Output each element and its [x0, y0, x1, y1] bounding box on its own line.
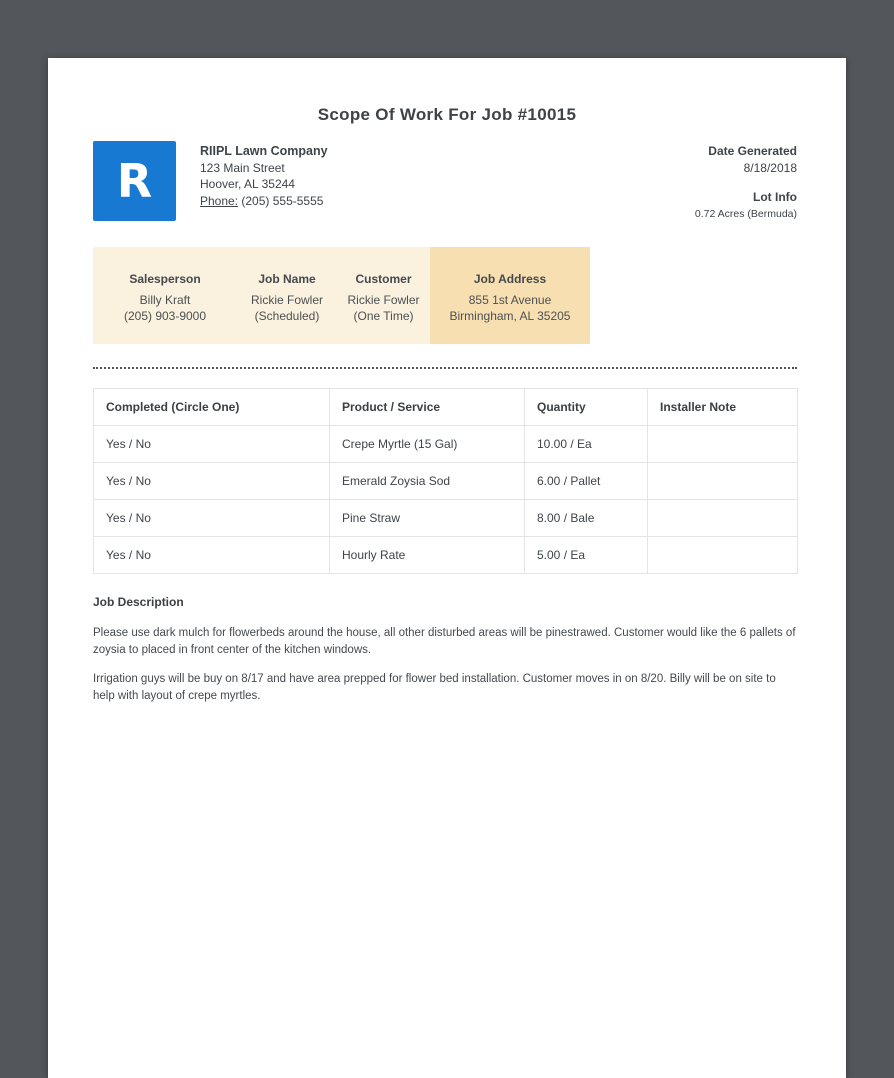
job-description-paragraph-1: Please use dark mulch for flowerbeds aro…	[93, 627, 796, 656]
product-cell: Hourly Rate	[329, 536, 525, 574]
salesperson-name: Billy Kraft	[139, 293, 191, 307]
job-address-line2: Birmingham, AL 35205	[449, 309, 571, 323]
company-phone: Phone: (205) 555-5555	[200, 193, 328, 210]
date-generated-value: 8/18/2018	[743, 160, 797, 175]
job-address-label: Job Address	[473, 272, 547, 286]
document-title: Scope Of Work For Job #10015	[317, 105, 577, 124]
job-info-band: Salesperson Billy Kraft (205) 903-9000 J…	[93, 247, 590, 344]
company-address-line1: 123 Main Street	[200, 160, 285, 175]
customer-label: Customer	[355, 272, 412, 286]
logo-letter-icon: R	[116, 154, 153, 208]
product-cell: Emerald Zoysia Sod	[329, 462, 525, 500]
salesperson-label: Salesperson	[129, 272, 201, 286]
table-row: Yes / No Hourly Rate 5.00 / Ea	[93, 536, 798, 574]
job-description-section: Job Description Please use dark mulch fo…	[93, 595, 798, 717]
customer-name: Rickie Fowler	[347, 293, 420, 307]
document-meta-block: Date Generated 8/18/2018 Lot Info 0.72 A…	[695, 143, 797, 222]
app-background: { "document": { "title": "Scope Of Work …	[0, 0, 894, 1078]
job-name-value: Rickie Fowler	[250, 293, 323, 307]
company-address-line2: Hoover, AL 35244	[200, 177, 295, 191]
table-row: Yes / No Emerald Zoysia Sod 6.00 / Palle…	[93, 462, 798, 500]
phone-label: Phone:	[200, 193, 239, 208]
installer-note-cell	[647, 425, 798, 463]
date-generated-label: Date Generated	[708, 144, 797, 158]
quantity-cell: 8.00 / Bale	[524, 499, 648, 537]
customer-type: (One Time)	[353, 309, 414, 323]
header-quantity: Quantity	[524, 388, 648, 426]
installer-note-cell	[647, 499, 798, 537]
table-row: Yes / No Crepe Myrtle (15 Gal) 10.00 / E…	[93, 425, 798, 463]
scope-of-work-table: Completed (Circle One) Product / Service…	[93, 388, 798, 574]
job-address-column: Job Address 855 1st Avenue Birmingham, A…	[430, 247, 590, 344]
header-completed: Completed (Circle One)	[93, 388, 330, 426]
customer-column: Customer Rickie Fowler (One Time)	[337, 247, 430, 344]
company-info-block: RIIPL Lawn Company 123 Main Street Hoove…	[200, 143, 328, 209]
completed-cell: Yes / No	[93, 499, 330, 537]
completed-cell: Yes / No	[93, 425, 330, 463]
job-name-column: Job Name Rickie Fowler (Scheduled)	[237, 247, 337, 344]
quantity-cell: 6.00 / Pallet	[524, 462, 648, 500]
lot-info-value: 0.72 Acres (Bermuda)	[694, 207, 797, 220]
job-status: (Scheduled)	[254, 309, 320, 323]
document-page: Scope Of Work For Job #10015 R RIIPL Law…	[48, 58, 846, 1078]
dotted-divider	[93, 367, 797, 369]
phone-number: (205) 555-5555	[241, 193, 324, 208]
completed-cell: Yes / No	[93, 536, 330, 574]
salesperson-phone: (205) 903-9000	[123, 309, 207, 323]
job-description-heading: Job Description	[93, 595, 184, 609]
job-address-line1: 855 1st Avenue	[468, 293, 552, 307]
completed-cell: Yes / No	[93, 462, 330, 500]
product-cell: Pine Straw	[329, 499, 525, 537]
header-product-service: Product / Service	[329, 388, 525, 426]
product-cell: Crepe Myrtle (15 Gal)	[329, 425, 525, 463]
table-row: Yes / No Pine Straw 8.00 / Bale	[93, 499, 798, 537]
quantity-cell: 10.00 / Ea	[524, 425, 648, 463]
company-logo: R	[93, 141, 176, 221]
header-installer-note: Installer Note	[647, 388, 798, 426]
quantity-cell: 5.00 / Ea	[524, 536, 648, 574]
installer-note-cell	[647, 536, 798, 574]
table-header-row: Completed (Circle One) Product / Service…	[93, 388, 798, 426]
installer-note-cell	[647, 462, 798, 500]
job-name-label: Job Name	[258, 272, 316, 286]
lot-info-label: Lot Info	[753, 190, 797, 204]
company-name: RIIPL Lawn Company	[200, 144, 328, 158]
salesperson-column: Salesperson Billy Kraft (205) 903-9000	[93, 247, 237, 344]
